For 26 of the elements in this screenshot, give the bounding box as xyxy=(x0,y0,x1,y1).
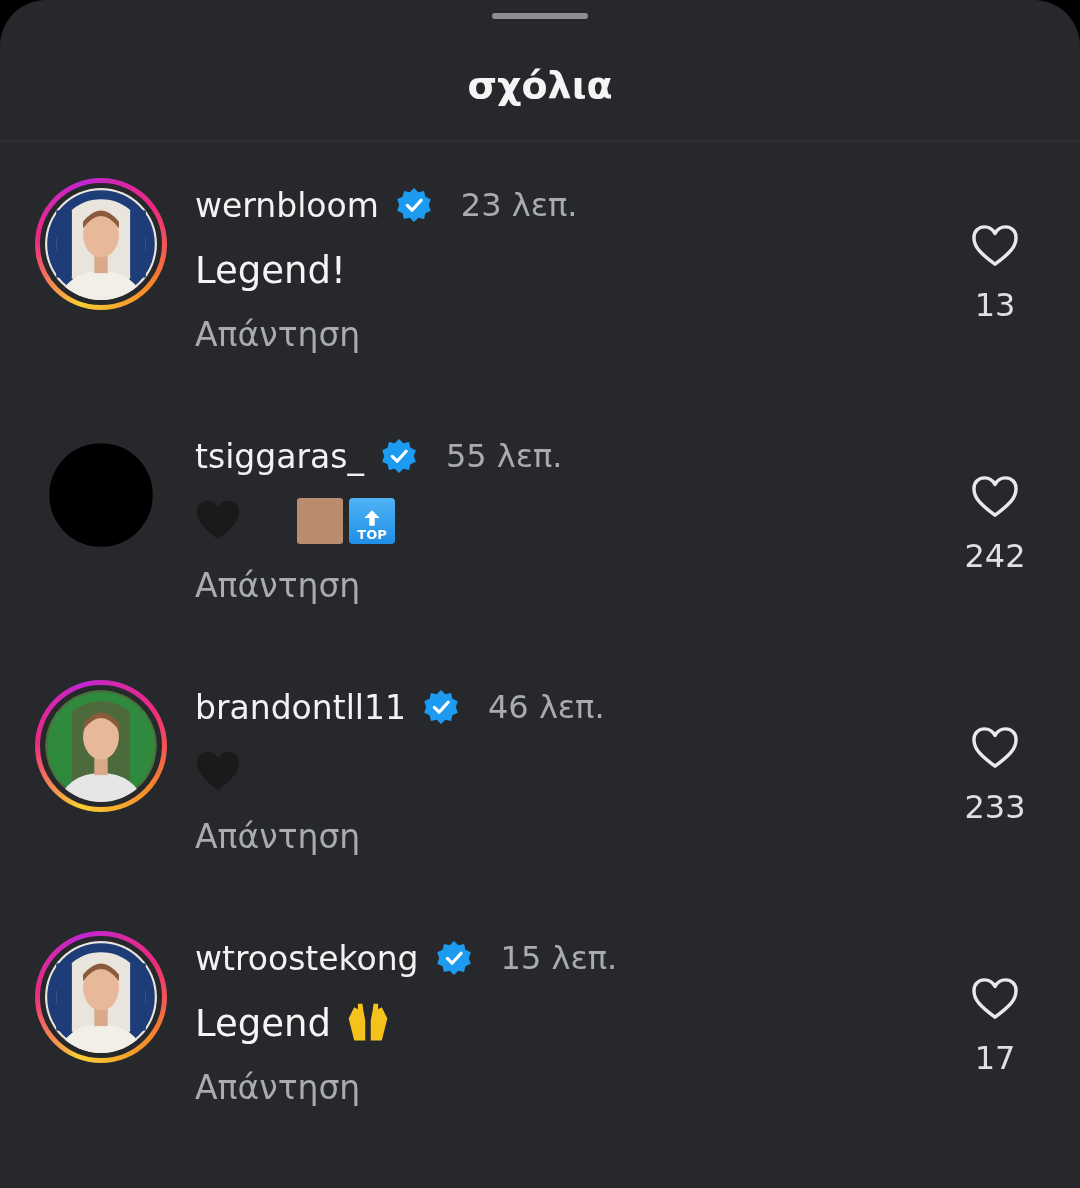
like-count: 17 xyxy=(974,1039,1016,1077)
username[interactable]: brandontll11 xyxy=(195,687,406,727)
reply-link[interactable]: Απάντηση xyxy=(195,310,361,360)
username[interactable]: wtroostekong xyxy=(195,938,419,978)
square-icon xyxy=(297,498,343,544)
comment-time: 15 λεπ. xyxy=(500,939,618,977)
like-icon[interactable] xyxy=(971,977,1019,1021)
top-key-icon: TOP xyxy=(349,498,395,544)
like-icon[interactable] xyxy=(971,726,1019,770)
sheet-title: σχόλια xyxy=(467,63,613,107)
reply-link[interactable]: Απάντηση xyxy=(195,561,361,611)
comment-text: Legend xyxy=(195,1001,331,1045)
like-count: 242 xyxy=(964,537,1026,575)
comment-time: 55 λεπ. xyxy=(445,437,563,475)
like-icon[interactable] xyxy=(971,475,1019,519)
comment-time: 46 λεπ. xyxy=(488,688,605,726)
like-count: 13 xyxy=(974,286,1016,324)
reply-link[interactable]: Απάντηση xyxy=(195,1063,361,1113)
comment-time: 23 λεπ. xyxy=(460,186,578,224)
like-icon[interactable] xyxy=(971,224,1019,268)
drag-handle[interactable] xyxy=(492,13,588,19)
username[interactable]: wernbloom xyxy=(195,185,379,225)
comment-text: Legend! xyxy=(195,248,346,292)
reply-link[interactable]: Απάντηση xyxy=(195,812,361,862)
username[interactable]: tsiggaras_ xyxy=(195,436,364,476)
like-count: 233 xyxy=(964,788,1026,826)
